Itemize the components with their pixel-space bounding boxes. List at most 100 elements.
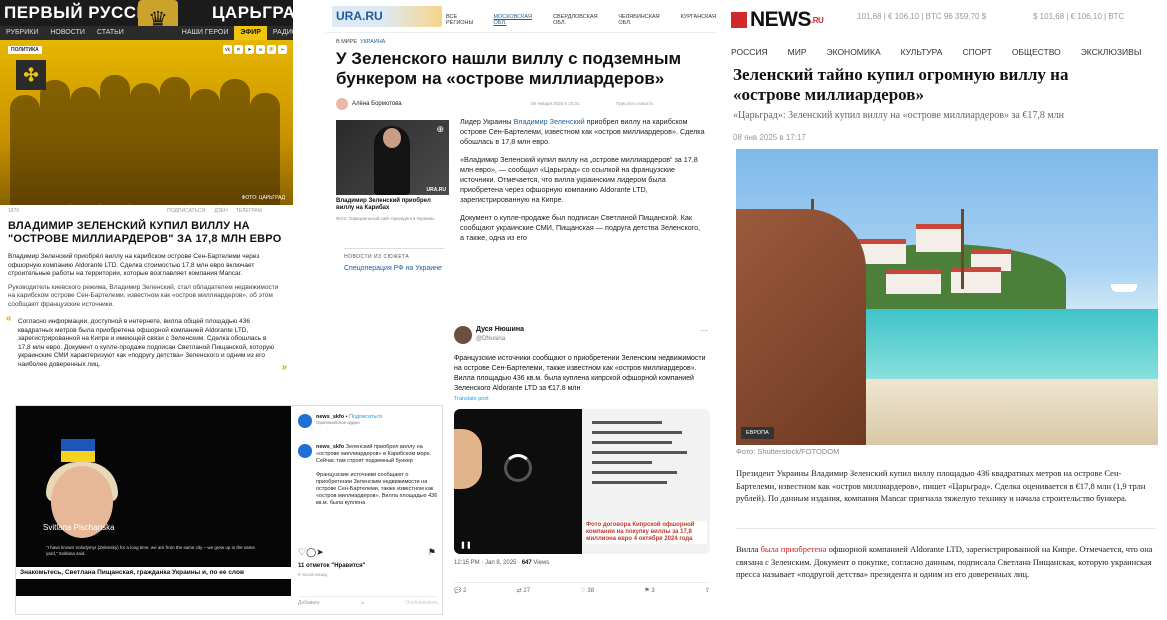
- user-name[interactable]: Дуся Нюшина: [476, 326, 524, 333]
- post-author[interactable]: news_skfo • Подписаться Оригинальное ауд…: [298, 414, 382, 428]
- region-chelyabinsk[interactable]: ЧЕЛЯБИНСКАЯ ОБЛ.: [618, 14, 670, 26]
- body-paragraph-1: Лидер Украины Владимир Зеленский приобре…: [460, 117, 705, 146]
- breadcrumb-world[interactable]: В МИРЕ: [336, 39, 357, 45]
- tsargrad-nav: РУБРИКИ НОВОСТИ СТАТЬИ НАШИ ГЕРОИ ЭФИР Р…: [0, 26, 293, 40]
- nav-item-heroes[interactable]: НАШИ ГЕРОИ: [176, 26, 235, 40]
- avatar[interactable]: [298, 414, 312, 428]
- nav-economy[interactable]: ЭКОНОМИКА: [826, 47, 880, 57]
- breadcrumb: В МИРЕ УКРАИНА: [326, 33, 716, 45]
- ukraine-flag-icon: [61, 439, 95, 462]
- region-sverdlovsk[interactable]: СВЕРДЛОВСКАЯ ОБЛ.: [553, 14, 608, 26]
- instagram-post: Svitlana Pischanska "I have known Volody…: [15, 405, 443, 615]
- image-source: Фото: Официальный сайт президента Украин…: [336, 216, 435, 221]
- share-buttons: vk ✕ ➤ ∞ ✆ ➢: [223, 45, 287, 54]
- zelensky-link[interactable]: Владимир Зеленский: [513, 117, 584, 126]
- retweet-icon: ⇄: [516, 588, 522, 594]
- avatar[interactable]: [454, 326, 472, 344]
- send-icon[interactable]: ➤: [316, 547, 324, 558]
- send-share-icon[interactable]: ➢: [278, 45, 287, 54]
- region-all[interactable]: ВСЕ РЕГИОНЫ: [446, 14, 483, 26]
- exchange-rates-2: $ 101,68 | € 106,10 | BTC: [1033, 12, 1125, 21]
- newsru-logo-icon: [731, 12, 747, 28]
- tweet-timestamp: 12:15 PM · Jan 8, 2025 · 647 Views: [454, 560, 550, 566]
- reel-video[interactable]: Svitlana Pischanska "I have known Volody…: [16, 406, 291, 596]
- vk-share-icon[interactable]: vk: [223, 45, 232, 54]
- zoom-icon[interactable]: ⊕: [436, 124, 444, 135]
- telegram-link[interactable]: ТЕЛЕГРАМ: [236, 208, 262, 214]
- region-badge[interactable]: ЕВРОПА: [741, 427, 774, 439]
- boat: [1111, 284, 1137, 292]
- comment-input[interactable]: Добавьте: [298, 600, 320, 606]
- pause-icon[interactable]: ❚❚: [460, 541, 472, 549]
- author-name: Алёна Бормотова: [352, 101, 402, 107]
- avatar[interactable]: [298, 444, 312, 458]
- comment-icon[interactable]: ◯: [306, 547, 316, 558]
- article-meta: 1870 ПОДПИСАТЬСЯ: ДЗЕН ТЕЛЕГРАМ: [0, 205, 293, 217]
- nav-exclusives[interactable]: ЭКСКЛЮЗИВЫ: [1081, 47, 1142, 57]
- article-paragraph: Руководитель киевского режима, Владимир …: [8, 283, 279, 308]
- publish-button[interactable]: Опубликовать: [405, 600, 438, 606]
- document-image[interactable]: Фото договора Кипрской офшорной компании…: [582, 409, 710, 554]
- tsargrad-logo-icon: ✣: [16, 60, 46, 90]
- tweet-media[interactable]: ❚❚ Фото договора Кипрской офшорной компа…: [454, 409, 710, 554]
- story-link[interactable]: Спецоперация РФ на Украине: [344, 264, 444, 273]
- user-handle[interactable]: @DNusina: [476, 336, 505, 342]
- translate-link[interactable]: Translate post: [446, 394, 716, 404]
- caption-username[interactable]: news_skfo: [316, 444, 344, 450]
- article-image[interactable]: ⊕ URA.RU: [336, 120, 449, 195]
- ura-header: URA.RU ВСЕ РЕГИОНЫ МОСКОВСКАЯ ОБЛ. СВЕРД…: [326, 0, 716, 33]
- nav-world[interactable]: МИР: [788, 47, 807, 57]
- heart-icon: ♡: [580, 588, 586, 594]
- share-button[interactable]: ⇪: [705, 587, 710, 594]
- photo-credit: Фото: Shutterstock/FOTODOM: [736, 447, 840, 456]
- view-count: 647: [521, 560, 532, 566]
- video-player[interactable]: ❚❚: [454, 409, 582, 554]
- nav-russia[interactable]: РОССИЯ: [731, 47, 768, 57]
- bookmark-icon[interactable]: ⚑: [428, 547, 436, 558]
- emoji-icon[interactable]: ☺: [360, 600, 365, 606]
- nav-item-rubrics[interactable]: РУБРИКИ: [0, 26, 44, 40]
- nav-culture[interactable]: КУЛЬТУРА: [901, 47, 943, 57]
- nav-item-radio[interactable]: РАДИО: [267, 26, 293, 40]
- category-tag[interactable]: ПОЛИТИКА: [8, 46, 42, 54]
- bookmark-button[interactable]: ⚑ 3: [644, 587, 654, 594]
- bookmark-icon: ⚑: [644, 588, 650, 594]
- body-paragraph-1: Президент Украины Владимир Зеленский куп…: [736, 468, 1146, 503]
- like-button[interactable]: ♡ 38: [580, 587, 594, 594]
- send-news-link[interactable]: Прислать новость: [616, 101, 654, 106]
- region-kurgan[interactable]: КУРГАНСКАЯ: [681, 14, 717, 26]
- tweet-header: Дуся Нюшина @DNusina ···: [446, 320, 716, 354]
- exchange-rates: 101,68 | € 106,10 | BTC 96 359,70 $: [857, 12, 987, 21]
- nav-society[interactable]: ОБЩЕСТВО: [1012, 47, 1061, 57]
- retweet-button[interactable]: ⇄ 27: [517, 587, 530, 594]
- article-body: Лидер Украины Владимир Зеленский приобре…: [460, 117, 705, 251]
- ura-article-panel: URA.RU ВСЕ РЕГИОНЫ МОСКОВСКАЯ ОБЛ. СВЕРД…: [326, 0, 716, 320]
- video-subtitle: "I have known Volodymyr (Zelensky) for a…: [46, 545, 255, 556]
- ura-logo[interactable]: URA.RU: [332, 6, 442, 27]
- whatsapp-share-icon[interactable]: ✆: [267, 45, 276, 54]
- audio-label[interactable]: Оригинальное аудио: [316, 420, 382, 425]
- nav-item-news[interactable]: НОВОСТИ: [44, 26, 91, 40]
- breadcrumb-ukraine[interactable]: УКРАИНА: [360, 39, 385, 45]
- reply-button[interactable]: 💬 2: [454, 587, 467, 594]
- publish-date: 08 января 2025 в 18:31: [531, 101, 580, 106]
- post-actions: ♡ ◯ ➤ ⚑: [298, 547, 436, 558]
- link-share-icon[interactable]: ∞: [256, 45, 265, 54]
- newsru-article-panel: NEWS .RU 101,68 | € 106,10 | BTC 96 359,7…: [723, 0, 1167, 620]
- purchase-link[interactable]: была приобретена: [761, 544, 827, 554]
- article-hero-image[interactable]: ЕВРОПА: [736, 149, 1158, 445]
- dzen-link[interactable]: ДЗЕН: [214, 208, 227, 214]
- nav-item-articles[interactable]: СТАТЬИ: [91, 26, 130, 40]
- region-moscow[interactable]: МОСКОВСКАЯ ОБЛ.: [493, 14, 543, 26]
- heart-icon[interactable]: ♡: [298, 547, 306, 558]
- author[interactable]: Алёна Бормотова: [336, 98, 402, 110]
- newsru-logo[interactable]: NEWS .RU: [731, 8, 824, 32]
- more-icon[interactable]: ···: [700, 326, 708, 335]
- nav-sport[interactable]: СПОРТ: [962, 47, 991, 57]
- ok-share-icon[interactable]: ✕: [234, 45, 243, 54]
- nav-item-live[interactable]: ЭФИР: [234, 26, 267, 40]
- avatar: [336, 98, 348, 110]
- likes-count[interactable]: 11 отметок "Нравится": [298, 563, 365, 569]
- telegram-share-icon[interactable]: ➤: [245, 45, 254, 54]
- post-caption: news_skfo Зеленский приобрел виллу на «о…: [298, 444, 438, 507]
